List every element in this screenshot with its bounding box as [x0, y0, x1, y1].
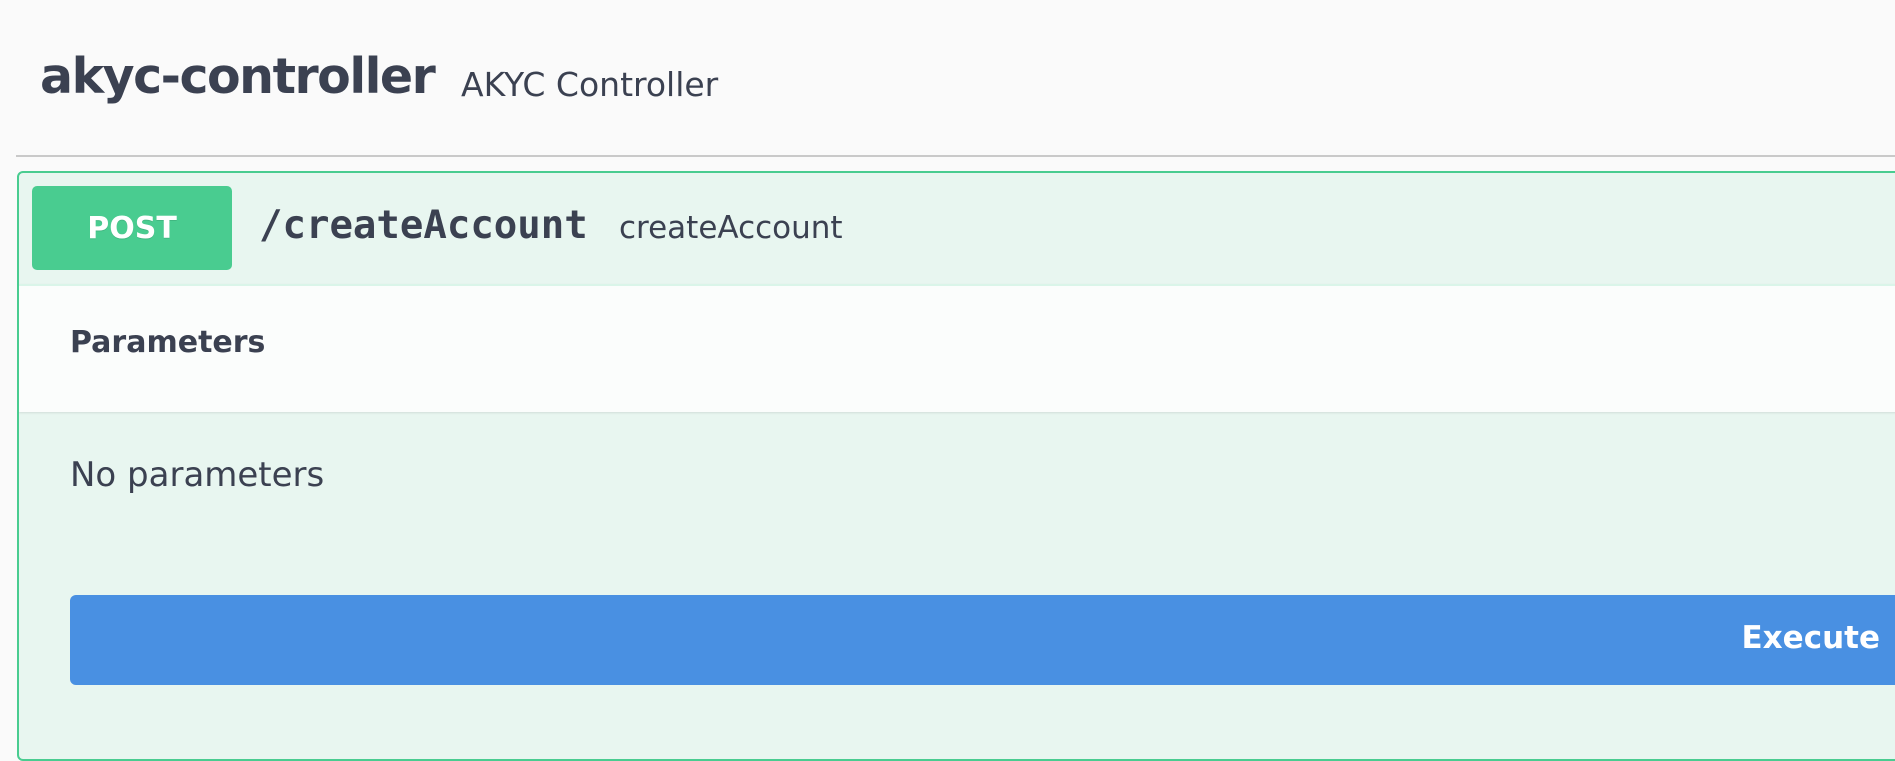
parameters-section-header: Parameters — [19, 284, 1895, 412]
tag-description: AKYC Controller — [461, 65, 719, 104]
tag-name[interactable]: akyc-controller — [40, 52, 436, 101]
operation-path[interactable]: /createAccount — [259, 206, 588, 245]
parameters-title: Parameters — [70, 325, 266, 360]
no-parameters-text: No parameters — [70, 455, 325, 495]
http-method-badge: POST — [32, 186, 232, 270]
operation-summary-text: createAccount — [619, 210, 843, 246]
tag-header[interactable]: akyc-controller AKYC Controller — [16, 0, 1895, 157]
execute-button-label: Execute — [1741, 620, 1881, 656]
operation-summary[interactable]: POST /createAccount createAccount — [19, 173, 1895, 286]
operation-block-post: POST /createAccount createAccount Parame… — [17, 171, 1895, 761]
execute-button[interactable]: Execute — [70, 595, 1895, 685]
